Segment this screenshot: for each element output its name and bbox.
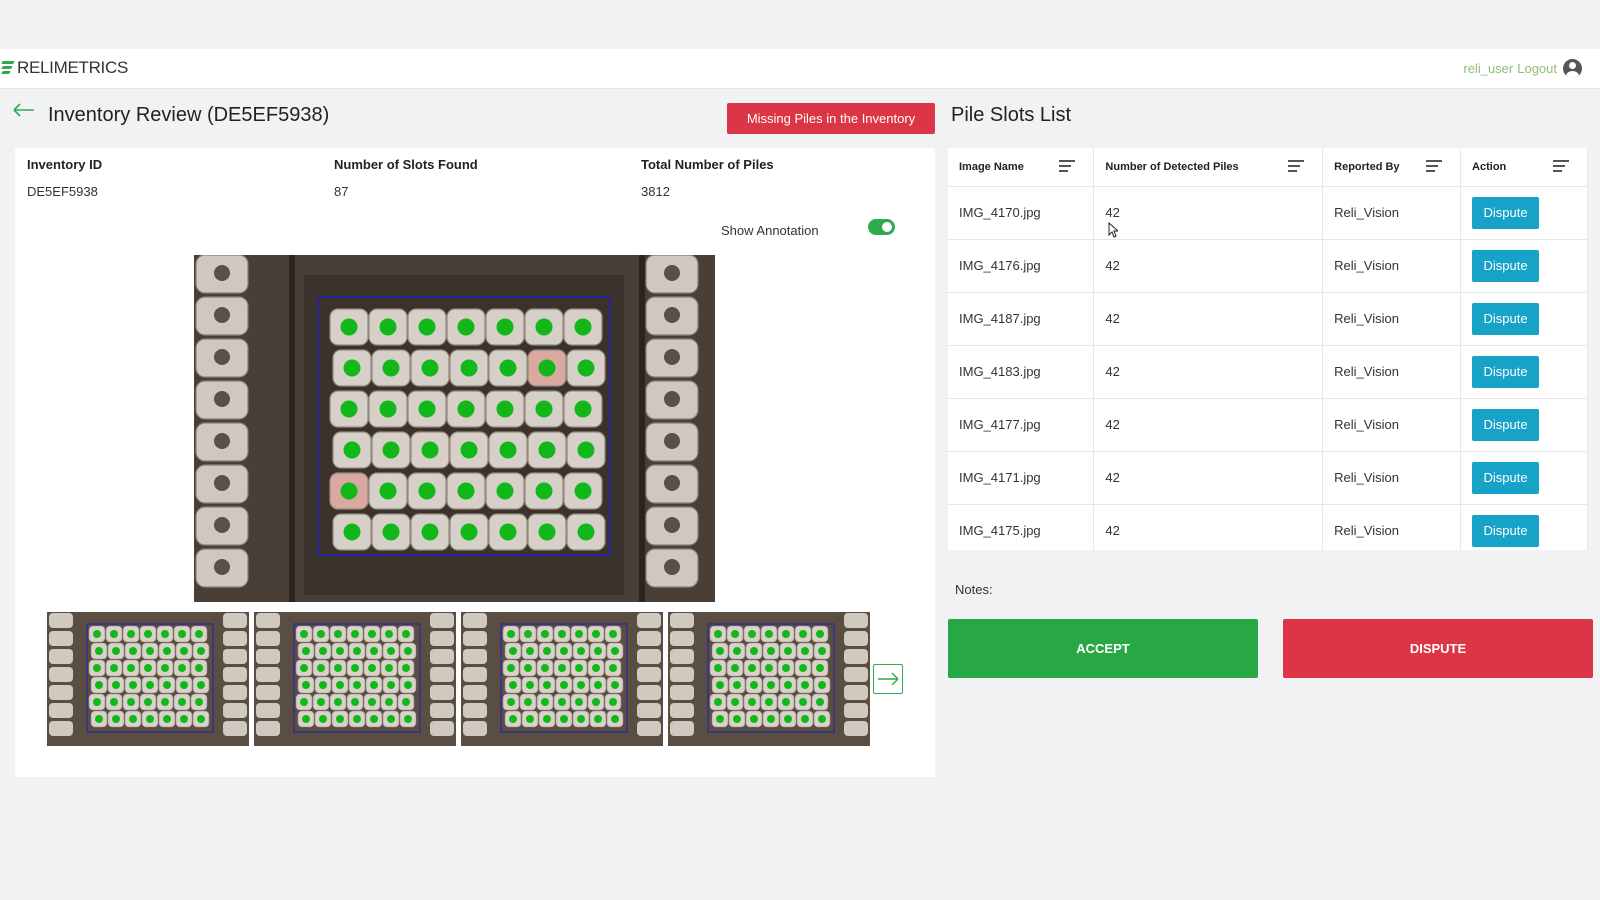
column-detected-piles[interactable]: Number of Detected Piles bbox=[1093, 148, 1324, 187]
inventory-panel: Inventory ID DE5EF5938 Number of Slots F… bbox=[15, 148, 935, 777]
column-label: Number of Detected Piles bbox=[1105, 160, 1239, 173]
column-reported-by[interactable]: Reported By bbox=[1322, 148, 1462, 187]
row-detected-piles: 42 bbox=[1093, 239, 1324, 293]
slots-found-block: Number of Slots Found 87 bbox=[334, 157, 478, 199]
row-reported-by: Reli_Vision bbox=[1322, 398, 1462, 452]
pile-slots-table: Image Name Number of Detected Piles Repo… bbox=[948, 148, 1588, 550]
inventory-id-block: Inventory ID DE5EF5938 bbox=[27, 157, 102, 199]
table-row[interactable]: IMG_4183.jpg 42 Reli_Vision Dispute bbox=[948, 345, 1588, 399]
column-label: Image Name bbox=[959, 160, 1024, 173]
user-icon[interactable] bbox=[1563, 59, 1582, 78]
row-dispute-button[interactable]: Dispute bbox=[1472, 355, 1540, 388]
row-action: Dispute bbox=[1460, 398, 1588, 452]
row-action: Dispute bbox=[1460, 292, 1588, 346]
column-label: Action bbox=[1472, 160, 1507, 173]
row-image-name: IMG_4170.jpg bbox=[948, 186, 1095, 240]
row-reported-by: Reli_Vision bbox=[1322, 292, 1462, 346]
column-label: Reported By bbox=[1334, 160, 1400, 173]
row-action: Dispute bbox=[1460, 239, 1588, 293]
logout-link[interactable]: Logout bbox=[1517, 61, 1557, 76]
slots-found-label: Number of Slots Found bbox=[334, 157, 478, 172]
sort-icon[interactable] bbox=[1288, 160, 1305, 174]
row-dispute-button[interactable]: Dispute bbox=[1472, 249, 1540, 282]
sort-icon[interactable] bbox=[1426, 160, 1443, 174]
sort-icon[interactable] bbox=[1553, 160, 1569, 174]
page-title: Inventory Review (DE5EF5938) bbox=[48, 104, 330, 126]
row-dispute-button[interactable]: Dispute bbox=[1472, 302, 1540, 335]
table-row[interactable]: IMG_4170.jpg 42 Reli_Vision Dispute bbox=[948, 186, 1588, 240]
user-area: reli_user Logout bbox=[1463, 59, 1582, 78]
row-reported-by: Reli_Vision bbox=[1322, 504, 1462, 550]
total-piles-value: 3812 bbox=[641, 184, 670, 199]
next-arrow-icon[interactable] bbox=[873, 664, 903, 694]
row-reported-by: Reli_Vision bbox=[1322, 345, 1462, 399]
row-detected-piles: 42 bbox=[1093, 345, 1324, 399]
row-detected-piles: 42 bbox=[1093, 292, 1324, 346]
thumbnail-2[interactable] bbox=[254, 612, 456, 746]
row-reported-by: Reli_Vision bbox=[1322, 186, 1462, 240]
dispute-button[interactable]: DISPUTE bbox=[1283, 619, 1593, 678]
username: reli_user bbox=[1463, 61, 1514, 76]
row-dispute-button[interactable]: Dispute bbox=[1472, 408, 1540, 441]
top-navbar: RELIMETRICS reli_user Logout bbox=[0, 49, 1600, 89]
table-header-row: Image Name Number of Detected Piles Repo… bbox=[948, 148, 1588, 187]
accept-button[interactable]: ACCEPT bbox=[948, 619, 1258, 678]
logo[interactable]: RELIMETRICS bbox=[0, 58, 128, 78]
row-action: Dispute bbox=[1460, 186, 1588, 240]
show-annotation-toggle[interactable] bbox=[868, 219, 895, 235]
table-row[interactable]: IMG_4187.jpg 42 Reli_Vision Dispute bbox=[948, 292, 1588, 346]
missing-piles-button[interactable]: Missing Piles in the Inventory bbox=[727, 103, 935, 134]
slots-found-value: 87 bbox=[334, 184, 349, 199]
show-annotation-label: Show Annotation bbox=[721, 223, 819, 238]
row-action: Dispute bbox=[1460, 345, 1588, 399]
row-reported-by: Reli_Vision bbox=[1322, 451, 1462, 505]
back-arrow-icon[interactable] bbox=[13, 101, 35, 121]
row-dispute-button[interactable]: Dispute bbox=[1472, 514, 1540, 547]
mouse-cursor-icon bbox=[1108, 222, 1118, 238]
row-reported-by: Reli_Vision bbox=[1322, 239, 1462, 293]
row-image-name: IMG_4187.jpg bbox=[948, 292, 1095, 346]
total-piles-label: Total Number of Piles bbox=[641, 157, 774, 172]
row-image-name: IMG_4177.jpg bbox=[948, 398, 1095, 452]
notes-label: Notes: bbox=[955, 582, 993, 597]
row-image-name: IMG_4175.jpg bbox=[948, 504, 1095, 550]
row-dispute-button[interactable]: Dispute bbox=[1472, 196, 1540, 229]
row-detected-piles: 42 bbox=[1093, 398, 1324, 452]
row-detected-piles: 42 bbox=[1093, 186, 1324, 240]
row-dispute-button[interactable]: Dispute bbox=[1472, 461, 1540, 494]
column-image-name[interactable]: Image Name bbox=[948, 148, 1095, 187]
row-image-name: IMG_4183.jpg bbox=[948, 345, 1095, 399]
table-row[interactable]: IMG_4175.jpg 42 Reli_Vision Dispute bbox=[948, 504, 1588, 550]
row-action: Dispute bbox=[1460, 504, 1588, 550]
table-row[interactable]: IMG_4176.jpg 42 Reli_Vision Dispute bbox=[948, 239, 1588, 293]
logo-icon bbox=[0, 59, 16, 77]
row-image-name: IMG_4176.jpg bbox=[948, 239, 1095, 293]
row-detected-piles: 42 bbox=[1093, 451, 1324, 505]
sort-icon[interactable] bbox=[1059, 160, 1076, 174]
main-inventory-image bbox=[194, 255, 715, 602]
inventory-id-label: Inventory ID bbox=[27, 157, 103, 172]
row-detected-piles: 42 bbox=[1093, 504, 1324, 550]
column-action[interactable]: Action bbox=[1460, 148, 1588, 187]
logo-text: RELIMETRICS bbox=[17, 58, 128, 77]
total-piles-block: Total Number of Piles 3812 bbox=[641, 157, 774, 199]
row-action: Dispute bbox=[1460, 451, 1588, 505]
thumbnail-4[interactable] bbox=[668, 612, 870, 746]
thumbnail-3[interactable] bbox=[461, 612, 663, 746]
thumbnail-1[interactable] bbox=[47, 612, 249, 746]
table-row[interactable]: IMG_4177.jpg 42 Reli_Vision Dispute bbox=[948, 398, 1588, 452]
row-image-name: IMG_4171.jpg bbox=[948, 451, 1095, 505]
inventory-id-value: DE5EF5938 bbox=[27, 184, 98, 199]
table-row[interactable]: IMG_4171.jpg 42 Reli_Vision Dispute bbox=[948, 451, 1588, 505]
pile-slots-title: Pile Slots List bbox=[951, 104, 1072, 126]
